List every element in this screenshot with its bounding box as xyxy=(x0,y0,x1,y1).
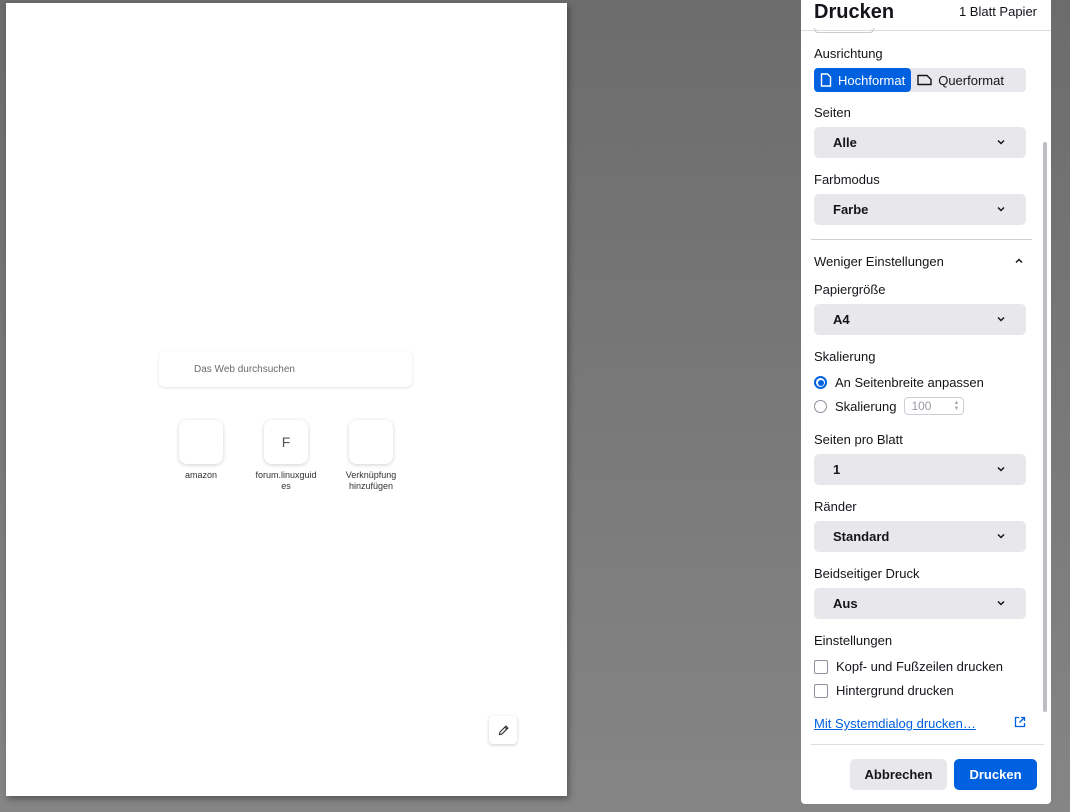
edit-icon xyxy=(489,716,517,744)
fit-width-label: An Seitenbreite anpassen xyxy=(835,375,984,390)
scaling-label: Skalierung xyxy=(814,349,876,364)
tile-icon xyxy=(349,420,393,464)
custom-scaling-label: Skalierung xyxy=(835,398,897,414)
section-divider xyxy=(811,239,1032,240)
orientation-toggle: Hochformat Querformat xyxy=(814,68,1026,92)
shortcut-tile-forum: F forum.linuxguides xyxy=(254,420,318,492)
pages-per-sheet-select[interactable]: 1 xyxy=(814,454,1026,485)
preview-page: Das Web durchsuchen amazon F forum.linux… xyxy=(6,3,567,796)
chevron-down-icon xyxy=(997,466,1005,472)
search-box: Das Web durchsuchen xyxy=(159,351,412,387)
scrolled-control-edge xyxy=(814,28,874,33)
duplex-value: Aus xyxy=(833,596,858,611)
system-dialog-link[interactable]: Mit Systemdialog drucken… xyxy=(814,716,976,731)
pages-label: Seiten xyxy=(814,105,851,120)
color-mode-select[interactable]: Farbe xyxy=(814,194,1026,225)
orientation-label: Ausrichtung xyxy=(814,46,883,61)
sheet-count: 1 Blatt Papier xyxy=(958,4,1037,19)
cancel-button[interactable]: Abbrechen xyxy=(850,759,947,790)
landscape-label: Querformat xyxy=(938,72,1004,88)
settings-label: Einstellungen xyxy=(814,633,893,648)
print-settings-panel: Drucken 1 Blatt Papier Ausrichtung Hochf… xyxy=(801,0,1051,804)
color-mode-label: Farbmodus xyxy=(814,172,880,187)
pages-per-sheet-value: 1 xyxy=(833,462,841,477)
shortcut-tile-amazon: amazon xyxy=(161,420,241,481)
paper-size-label: Papiergröße xyxy=(814,282,886,297)
checkbox-background[interactable] xyxy=(814,683,828,698)
panel-header: Drucken 1 Blatt Papier xyxy=(801,0,1051,33)
panel-scrollbar[interactable] xyxy=(1043,142,1047,712)
headers-footers-option[interactable]: Kopf- und Fußzeilen drucken xyxy=(814,659,1003,674)
chevron-down-icon xyxy=(997,533,1005,539)
panel-title: Drucken xyxy=(814,1,895,23)
pages-select[interactable]: Alle xyxy=(814,127,1026,158)
page-portrait-icon xyxy=(820,73,832,87)
color-mode-value: Farbe xyxy=(833,202,869,217)
chevron-down-icon xyxy=(997,206,1005,212)
shortcut-tile-add: Verknüpfung hinzufügen xyxy=(331,420,411,492)
pages-per-sheet-label: Seiten pro Blatt xyxy=(814,432,903,447)
tile-icon xyxy=(179,420,223,464)
scaling-custom-option[interactable]: Skalierung 100 ▲ ▼ xyxy=(814,397,965,415)
tile-icon: F xyxy=(264,420,308,464)
tile-label: Verknüpfung hinzufügen xyxy=(345,470,397,491)
radio-fit-width[interactable] xyxy=(814,376,827,389)
portrait-label: Hochformat xyxy=(838,72,906,88)
paper-size-value: A4 xyxy=(833,312,850,327)
margins-label: Ränder xyxy=(814,499,857,514)
headers-footers-label: Kopf- und Fußzeilen drucken xyxy=(836,659,1003,674)
duplex-select[interactable]: Aus xyxy=(814,588,1026,619)
search-placeholder: Das Web durchsuchen xyxy=(194,364,295,375)
chevron-down-icon xyxy=(997,600,1005,606)
checkbox-headers-footers[interactable] xyxy=(814,659,828,674)
chevron-down-icon xyxy=(997,316,1005,322)
tile-label: forum.linuxguides xyxy=(255,470,317,491)
scaling-number-input[interactable]: 100 ▲ ▼ xyxy=(904,397,965,415)
background-option[interactable]: Hintergrund drucken xyxy=(814,683,954,698)
less-settings-toggle[interactable]: Weniger Einstellungen xyxy=(814,254,944,269)
tile-label: amazon xyxy=(184,470,218,480)
external-link-icon[interactable] xyxy=(1014,716,1026,728)
print-button[interactable]: Drucken xyxy=(954,759,1037,790)
radio-custom-scaling[interactable] xyxy=(814,399,827,413)
page-landscape-icon xyxy=(917,74,932,86)
chevron-down-icon xyxy=(997,139,1005,145)
scaling-fit-width-option[interactable]: An Seitenbreite anpassen xyxy=(814,375,984,390)
margins-select[interactable]: Standard xyxy=(814,521,1026,552)
pages-value: Alle xyxy=(833,135,857,150)
print-preview-area: Das Web durchsuchen amazon F forum.linux… xyxy=(0,0,800,812)
orientation-portrait-button[interactable]: Hochformat xyxy=(814,68,912,92)
duplex-label: Beidseitiger Druck xyxy=(814,566,920,581)
background-label: Hintergrund drucken xyxy=(836,683,954,698)
chevron-up-icon[interactable] xyxy=(1014,256,1024,266)
spinner-arrows-icon[interactable]: ▲ ▼ xyxy=(953,400,959,412)
footer-divider xyxy=(811,744,1044,745)
margins-value: Standard xyxy=(833,529,890,544)
orientation-landscape-button[interactable]: Querformat xyxy=(911,68,1010,92)
paper-size-select[interactable]: A4 xyxy=(814,304,1026,335)
scaling-number-value: 100 xyxy=(911,399,932,413)
